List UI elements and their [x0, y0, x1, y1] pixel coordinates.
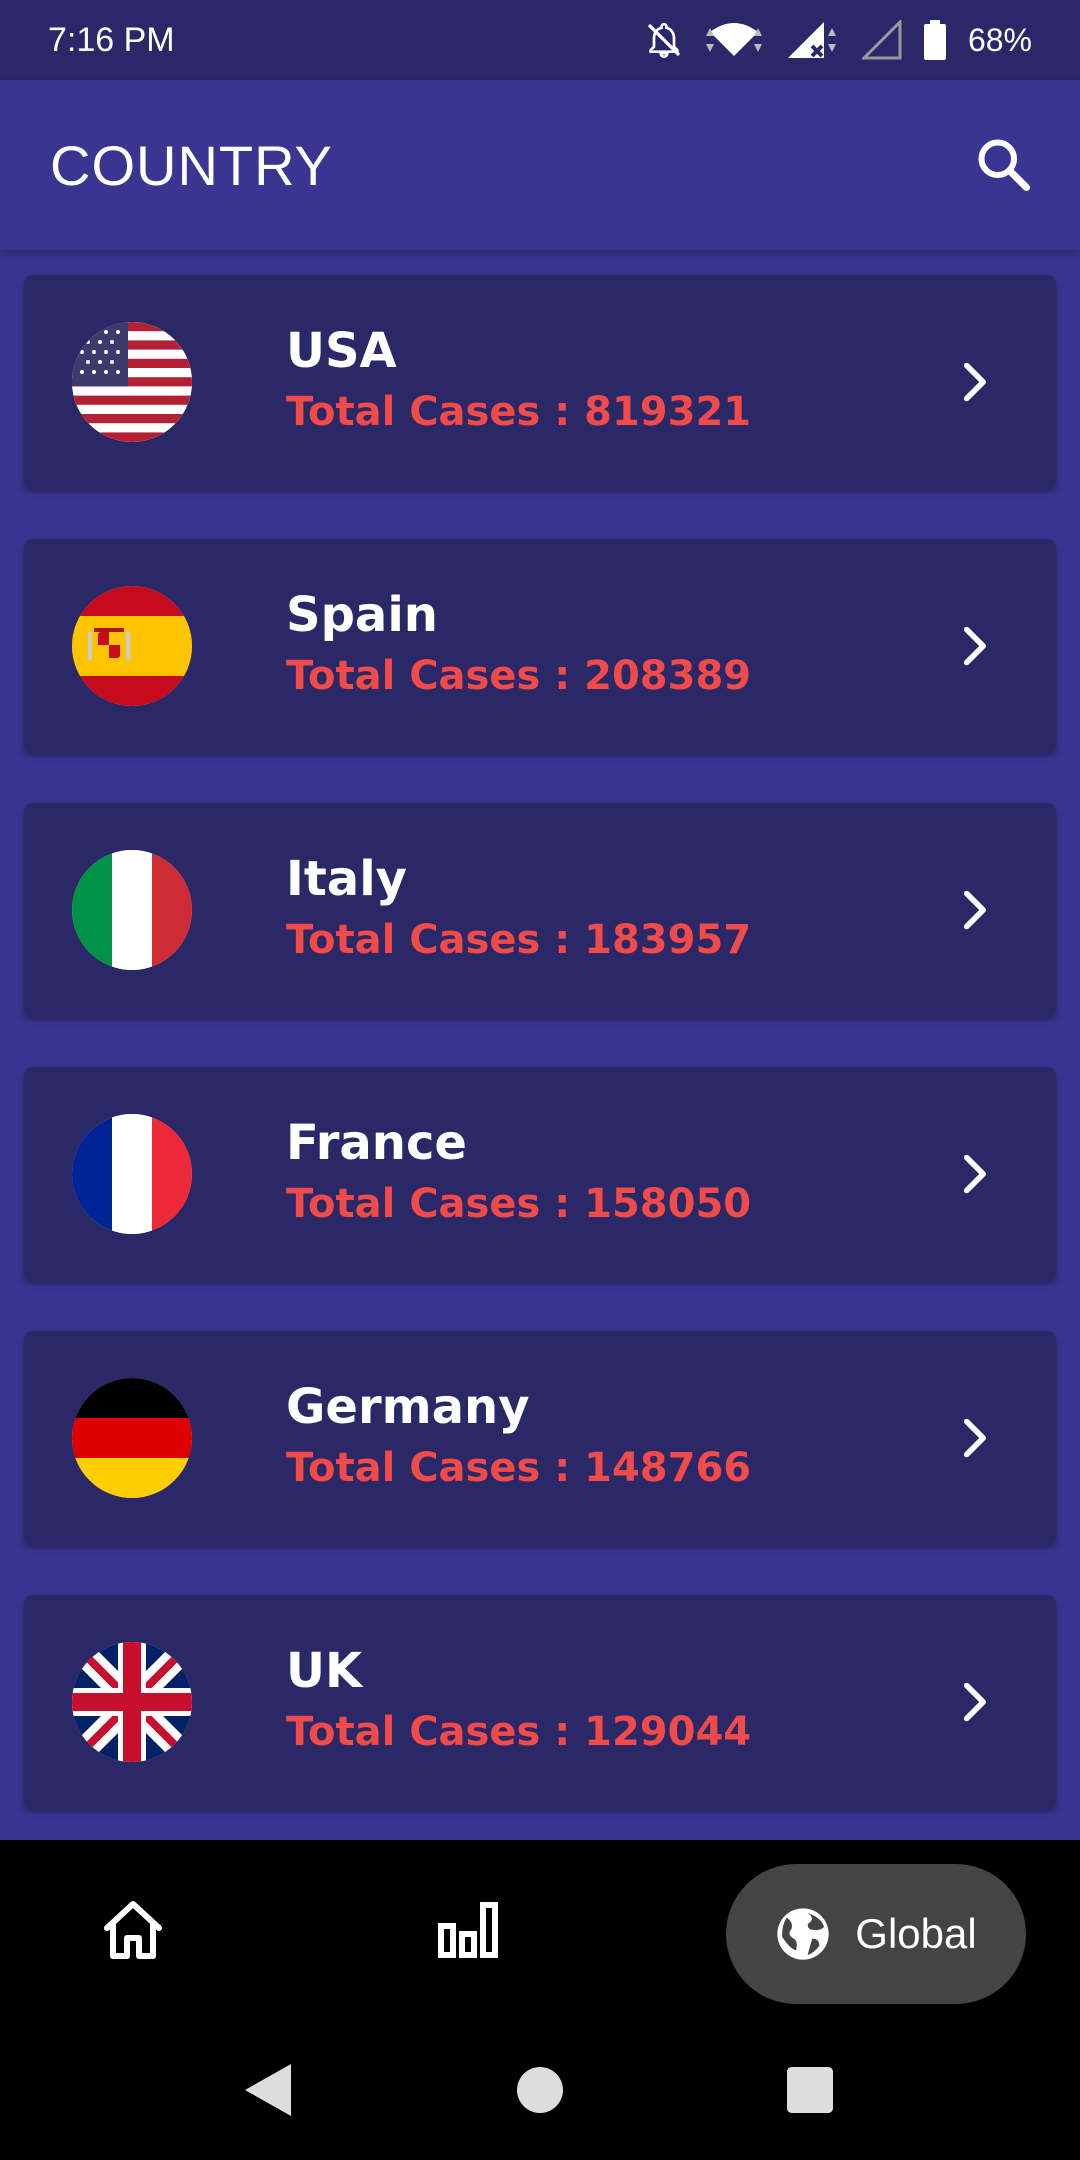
status-icons: 68% [644, 20, 1032, 60]
uk-flag [72, 1642, 192, 1762]
system-nav-bar [0, 2020, 1080, 2160]
country-name: USA [286, 323, 397, 379]
nav-global-label: Global [855, 1910, 977, 1957]
france-flag [72, 1114, 192, 1234]
total-cases: Total Cases : 158050 [286, 1181, 752, 1227]
battery-icon [923, 20, 946, 60]
status-bar: 7:16 PM 68% [0, 0, 1080, 80]
nav-stats-button[interactable] [425, 1890, 511, 1970]
total-cases: Total Cases : 148766 [286, 1445, 752, 1491]
card-text: UK Total Cases : 129044 [286, 1641, 952, 1763]
country-card-germany[interactable]: Germany Total Cases : 148766 [24, 1331, 1056, 1545]
country-card-usa[interactable]: USA Total Cases : 819321 [24, 275, 1056, 489]
chevron-right-icon [963, 1682, 986, 1722]
home-circle-icon [517, 2067, 563, 2113]
globe-icon [777, 1908, 829, 1960]
chevron-right-icon [963, 362, 986, 402]
chevron-right-icon [963, 626, 986, 666]
chevron-right-icon [963, 890, 986, 930]
card-text: USA Total Cases : 819321 [286, 321, 952, 443]
home-icon [104, 1901, 162, 1959]
bottom-nav: Global [0, 1840, 1080, 2020]
chevron-right-icon [963, 1154, 986, 1194]
total-cases: Total Cases : 819321 [286, 389, 752, 435]
back-triangle-icon [245, 2064, 291, 2116]
germany-flag [72, 1378, 192, 1498]
signal-icon [784, 20, 840, 60]
page-title: COUNTRY [50, 133, 333, 197]
search-icon [978, 139, 1030, 191]
country-name: France [286, 1115, 467, 1171]
app-bar: COUNTRY [0, 80, 1080, 250]
country-card-france[interactable]: France Total Cases : 158050 [24, 1067, 1056, 1281]
spain-flag [72, 586, 192, 706]
status-time: 7:16 PM [48, 20, 175, 59]
card-text: Germany Total Cases : 148766 [286, 1377, 952, 1499]
card-text: Spain Total Cases : 208389 [286, 585, 952, 707]
total-cases: Total Cases : 208389 [286, 653, 752, 699]
country-card-italy[interactable]: Italy Total Cases : 183957 [24, 803, 1056, 1017]
nav-home-button[interactable] [90, 1890, 176, 1970]
country-list: USA Total Cases : 819321 Spain Total Cas… [0, 250, 1080, 1840]
country-name: Germany [286, 1379, 530, 1435]
card-text: France Total Cases : 158050 [286, 1113, 952, 1235]
country-card-spain[interactable]: Spain Total Cases : 208389 [24, 539, 1056, 753]
system-home-button[interactable] [510, 2060, 570, 2120]
notifications-off-icon [644, 20, 684, 60]
search-button[interactable] [964, 125, 1044, 205]
card-text: Italy Total Cases : 183957 [286, 849, 952, 971]
recents-square-icon [787, 2067, 833, 2113]
bar-chart-icon [438, 1902, 498, 1958]
usa-flag [72, 322, 192, 442]
chevron-right-icon [963, 1418, 986, 1458]
screen: 7:16 PM 68% COUNTRY USA Total Cases: 81… [0, 0, 1080, 2160]
nav-global-button[interactable]: Global [726, 1864, 1026, 2004]
system-recents-button[interactable] [780, 2060, 840, 2120]
italy-flag [72, 850, 192, 970]
country-name: Italy [286, 851, 407, 907]
country-card-uk[interactable]: UK Total Cases : 129044 [24, 1595, 1056, 1809]
system-back-button[interactable] [238, 2060, 298, 2120]
total-cases: Total Cases : 129044 [286, 1709, 752, 1755]
signal-empty-icon [861, 20, 902, 60]
country-name: Spain [286, 587, 438, 643]
wifi-icon [705, 20, 762, 60]
total-cases: Total Cases : 183957 [286, 917, 752, 963]
battery-percent: 68% [967, 21, 1032, 58]
country-name: UK [286, 1643, 363, 1699]
